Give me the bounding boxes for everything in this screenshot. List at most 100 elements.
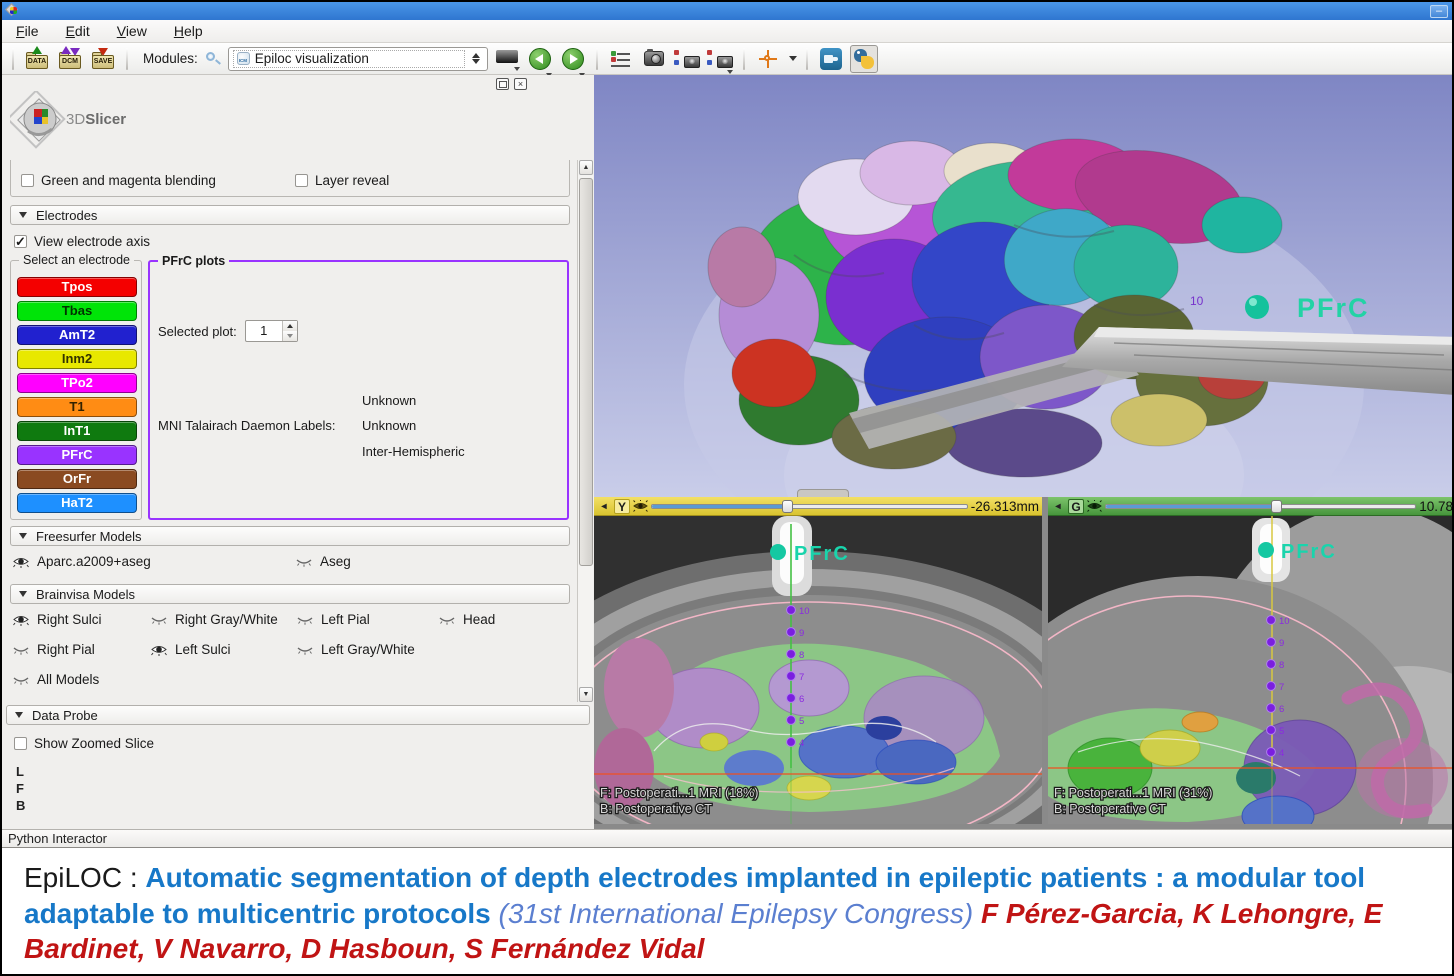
svg-text:9: 9 [1279, 638, 1284, 649]
all-models-visibility-toggle[interactable] [12, 673, 30, 686]
scene-view-capture-button[interactable] [673, 45, 701, 73]
python-interactor-button[interactable] [850, 45, 878, 73]
layout-selector-button[interactable] [607, 45, 635, 73]
right-pial-visibility-toggle[interactable] [12, 643, 30, 656]
yellow-slice-view[interactable]: PFrC 10 9 8 7 6 5 4 F: Postoperati...1 M… [594, 516, 1042, 824]
minimize-button[interactable]: – [1430, 5, 1448, 18]
toolbar-separator [12, 48, 14, 70]
pfrc-plots-title: PFrC plots [158, 254, 229, 268]
view-electrode-axis-checkbox[interactable] [14, 235, 27, 248]
green-slice-view[interactable]: PFrC 10 9 8 7 6 5 4 F: Postoperati...1 M… [1048, 516, 1454, 824]
pfrc-plots-groupbox: PFrC plots Selected plot: 1 Unknown MNI … [148, 260, 569, 520]
menu-help[interactable]: Help [174, 23, 203, 39]
yellow-slider-handle[interactable] [782, 500, 793, 513]
electrode-button-amt2[interactable]: AmT2 [17, 325, 137, 345]
svg-text:5: 5 [799, 716, 804, 727]
screenshot-button[interactable] [640, 45, 668, 73]
aseg-visibility-toggle[interactable] [295, 555, 313, 568]
threed-view[interactable]: 10 PFrC [594, 75, 1454, 497]
menu-file[interactable]: File [16, 23, 39, 39]
toolbar-separator [806, 48, 808, 70]
probe-row-b: B [16, 797, 25, 814]
left-pial-visibility-toggle[interactable] [296, 613, 314, 626]
panel-scrollbar[interactable]: ▲ ▼ [577, 160, 593, 702]
caption-prefix: EpiLOC : [24, 862, 145, 893]
head-visibility-toggle[interactable] [438, 613, 456, 626]
data-probe-section-title: Data Probe [32, 708, 98, 723]
probe-row-f: F [16, 780, 25, 797]
extensions-icon [820, 48, 842, 70]
svg-text:4: 4 [799, 738, 804, 749]
layer-reveal-checkbox[interactable] [295, 174, 308, 187]
green-slice-slider[interactable] [1105, 500, 1416, 513]
spin-down-icon[interactable] [283, 331, 297, 341]
extensions-button[interactable] [817, 45, 845, 73]
left-graywhite-visibility-toggle[interactable] [296, 643, 314, 656]
module-history-button[interactable] [493, 45, 521, 73]
python-interactor-label: Python Interactor [8, 831, 107, 846]
green-magenta-blending-checkbox[interactable] [21, 174, 34, 187]
aparc-visibility-toggle[interactable] [12, 555, 30, 568]
combobox-arrows-icon[interactable] [470, 53, 483, 64]
mni-label-2: Unknown [362, 418, 416, 433]
module-search-icon[interactable] [205, 51, 221, 67]
electrode-button-pfrc[interactable]: PFrC [17, 445, 137, 465]
right-sulci-visibility-toggle[interactable] [12, 613, 30, 626]
panel-float-button[interactable] [496, 78, 509, 90]
crosshair-icon [759, 50, 777, 68]
spin-up-icon[interactable] [283, 321, 297, 331]
toolbar-separator [126, 48, 128, 70]
right-pial-label: Right Pial [37, 642, 95, 657]
module-back-button[interactable] [526, 45, 554, 73]
freesurfer-section-header[interactable]: Freesurfer Models [10, 526, 570, 546]
display-groupbox: Green and magenta blending Layer reveal [10, 160, 570, 197]
electrode-button-hat2[interactable]: HaT2 [17, 493, 137, 513]
scrollbar-up-icon[interactable]: ▲ [579, 160, 593, 175]
svg-text:8: 8 [1279, 660, 1284, 671]
svg-text:7: 7 [1279, 682, 1284, 693]
yellow-pin-button[interactable]: ◂ [597, 500, 611, 513]
electrode-button-tpo2[interactable]: TPo2 [17, 373, 137, 393]
module-forward-button[interactable] [559, 45, 587, 73]
python-icon [853, 48, 875, 70]
brainvisa-section-header[interactable]: Brainvisa Models [10, 584, 570, 604]
threed-electrode-label: PFrC [1297, 293, 1370, 323]
green-pin-button[interactable]: ◂ [1051, 500, 1065, 513]
panel-close-button[interactable]: × [514, 78, 527, 90]
back-arrow-icon [529, 48, 551, 70]
python-interactor-bar[interactable]: Python Interactor [2, 829, 1452, 848]
save-icon: SAVE [91, 48, 115, 70]
selected-plot-spinbox[interactable]: 1 [245, 320, 298, 342]
crosshair-dropdown-icon[interactable] [789, 56, 797, 61]
scrollbar-down-icon[interactable]: ▼ [579, 687, 593, 702]
electrodes-section-header[interactable]: Electrodes [10, 205, 570, 225]
right-graywhite-visibility-toggle[interactable] [150, 613, 168, 626]
show-zoomed-slice-checkbox[interactable] [14, 737, 27, 750]
menu-edit[interactable]: Edit [66, 23, 90, 39]
electrode-button-int1[interactable]: InT1 [17, 421, 137, 441]
electrode-button-t1[interactable]: T1 [17, 397, 137, 417]
history-icon [496, 50, 518, 63]
green-slider-handle[interactable] [1271, 500, 1282, 513]
electrode-button-orfr[interactable]: OrFr [17, 469, 137, 489]
electrode-button-tpos[interactable]: Tpos [17, 277, 137, 297]
green-visibility-icon[interactable] [1087, 500, 1102, 512]
view-area: 10 PFrC ◂ Y -26.313mm ◂ G [594, 75, 1454, 829]
load-data-button[interactable]: DATA [23, 45, 51, 73]
scrollbar-thumb[interactable] [579, 178, 593, 566]
electrode-button-inm2[interactable]: Inm2 [17, 349, 137, 369]
electrode-button-tbas[interactable]: Tbas [17, 301, 137, 321]
save-button[interactable]: SAVE [89, 45, 117, 73]
load-dicom-button[interactable]: DCM [56, 45, 84, 73]
menu-view[interactable]: View [117, 23, 147, 39]
right-sulci-label: Right Sulci [37, 612, 102, 627]
module-selector-combobox[interactable]: Epiloc visualization [228, 47, 488, 71]
scene-view-restore-button[interactable] [706, 45, 734, 73]
yellow-visibility-icon[interactable] [633, 500, 648, 512]
camera-icon [644, 51, 664, 66]
left-sulci-visibility-toggle[interactable] [150, 643, 168, 656]
yellow-slice-slider[interactable] [651, 500, 968, 513]
green-view-letter: G [1068, 499, 1084, 514]
crosshair-button[interactable] [754, 45, 782, 73]
data-probe-section-header[interactable]: Data Probe [6, 705, 590, 725]
